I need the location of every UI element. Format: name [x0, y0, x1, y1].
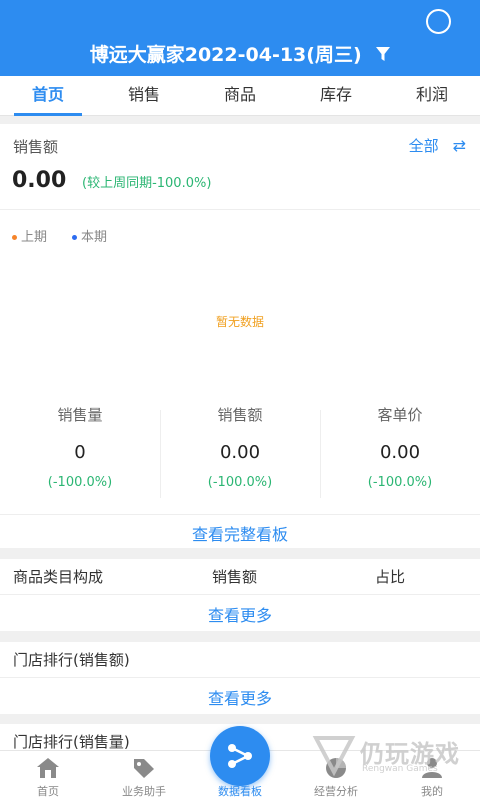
legend-prev-label: 上期 — [21, 230, 48, 245]
tab-profit[interactable]: 利润 — [384, 76, 480, 116]
category-col-amount: 销售额 — [212, 568, 258, 586]
metric-value: 0 — [74, 442, 86, 463]
legend-curr-label: 本期 — [81, 230, 108, 245]
sales-amount-value: 0.00 — [12, 168, 67, 193]
sales-amount-label: 销售额 — [13, 138, 59, 156]
divider — [0, 209, 480, 210]
divider — [0, 594, 480, 595]
view-full-board-link[interactable]: 查看完整看板 — [0, 521, 480, 545]
store-rank-amount-more-link[interactable]: 查看更多 — [0, 685, 480, 709]
watermark-logo-icon — [312, 736, 356, 776]
scope-toggle-button[interactable]: 全部 ⇄ — [409, 135, 466, 156]
legend-curr-dot — [72, 235, 77, 240]
metric-quantity: 销售量 0 (-100.0%) — [0, 404, 160, 490]
metric-change: (-100.0%) — [47, 475, 113, 490]
tab-bar: 首页 销售 商品 库存 利润 — [0, 76, 480, 116]
category-col-ratio: 占比 — [375, 568, 406, 586]
metric-label: 销售额 — [217, 406, 263, 424]
nav-label: 首页 — [37, 785, 59, 798]
metric-value: 0.00 — [219, 442, 261, 463]
share-icon — [228, 744, 252, 768]
tab-home[interactable]: 首页 — [0, 76, 96, 116]
tab-sales[interactable]: 销售 — [96, 76, 192, 116]
store-date-title[interactable]: 博远大赢家2022-04-13(周三) — [0, 40, 480, 67]
divider — [0, 677, 480, 678]
store-rank-qty-title: 门店排行(销售量) — [13, 733, 130, 751]
nav-label: 我的 — [421, 785, 443, 798]
tag-icon — [134, 759, 154, 778]
tab-inventory[interactable]: 库存 — [288, 76, 384, 116]
tab-products[interactable]: 商品 — [192, 76, 288, 116]
metric-change: (-100.0%) — [367, 475, 433, 490]
nav-label: 业务助手 — [122, 785, 166, 798]
swap-icon: ⇄ — [452, 136, 466, 155]
metric-amount: 销售额 0.00 (-100.0%) — [160, 404, 320, 490]
legend-curr: 本期 — [72, 226, 107, 245]
metric-label: 销售量 — [57, 406, 103, 424]
sales-compare-text: (较上周同期-100.0%) — [82, 176, 212, 191]
nav-assistant[interactable]: 业务助手 — [96, 751, 192, 800]
divider — [0, 514, 480, 515]
store-rank-amount-title: 门店排行(销售额) — [13, 651, 130, 669]
scope-label: 全部 — [408, 137, 439, 155]
dashboard-fab-button[interactable] — [210, 726, 270, 786]
record-button[interactable] — [426, 9, 451, 34]
metric-label: 客单价 — [377, 406, 423, 424]
app-header: 博远大赢家2022-04-13(周三) — [0, 0, 480, 76]
filter-icon[interactable] — [376, 45, 391, 67]
nav-home[interactable]: 首页 — [0, 751, 96, 800]
home-icon — [37, 758, 59, 778]
watermark: 仍玩游戏 Rengwan Games — [312, 730, 462, 780]
watermark-subtext: Rengwan Games — [362, 764, 438, 774]
page-title: 博远大赢家2022-04-13(周三) — [89, 44, 362, 66]
metric-value: 0.00 — [379, 442, 421, 463]
nav-label: 经营分析 — [314, 785, 358, 798]
metric-unit-price: 客单价 0.00 (-100.0%) — [320, 404, 480, 490]
category-more-link[interactable]: 查看更多 — [0, 602, 480, 626]
legend-prev: 上期 — [12, 226, 47, 245]
chart-empty-text: 暂无数据 — [215, 315, 264, 329]
category-col-title: 商品类目构成 — [13, 568, 104, 586]
metric-change: (-100.0%) — [207, 475, 273, 490]
legend-prev-dot — [12, 235, 17, 240]
